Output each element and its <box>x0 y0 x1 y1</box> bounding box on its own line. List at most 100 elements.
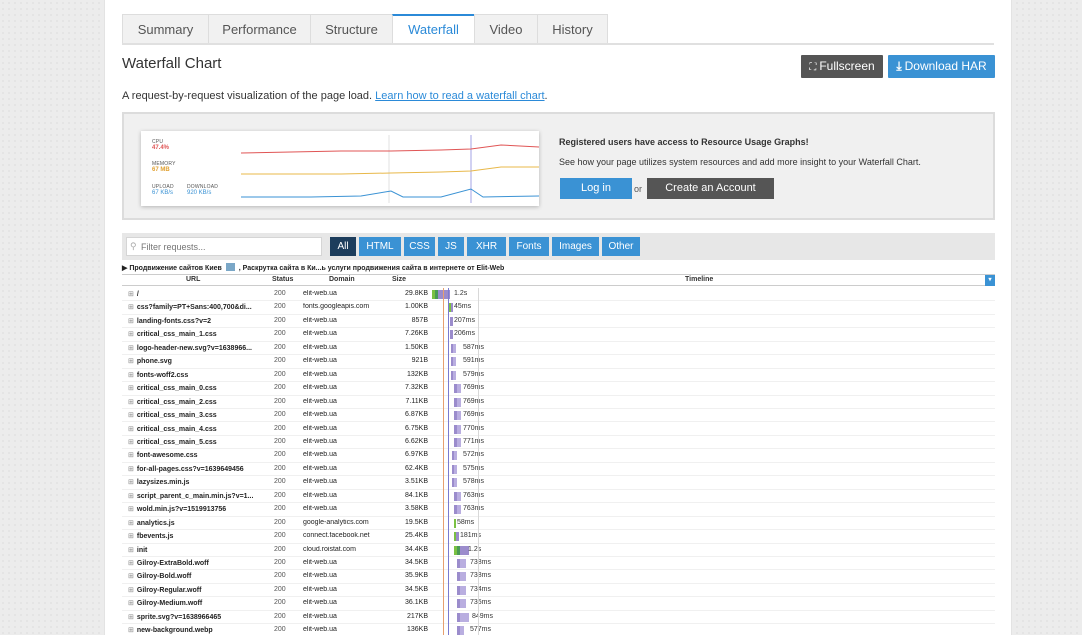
expand-icon: ⛶ <box>809 62 817 73</box>
table-row[interactable]: ⊞ critical_css_main_2.css 200 elit-web.ua 7.… <box>122 396 995 410</box>
request-domain: google-analytics.com <box>303 518 369 526</box>
table-row[interactable]: ⊞ critical_css_main_4.css 200 elit-web.ua 6.… <box>122 423 995 436</box>
expand-row-icon[interactable]: ⊞ <box>128 426 134 433</box>
filter-images-button[interactable]: Images <box>552 237 599 256</box>
expand-row-icon[interactable]: ⊞ <box>128 493 134 500</box>
expand-row-icon[interactable]: ⊞ <box>128 627 134 634</box>
expand-row-icon[interactable]: ⊞ <box>128 331 134 338</box>
expand-row-icon[interactable]: ⊞ <box>128 291 134 298</box>
table-row[interactable]: ⊞/ 200 elit-web.ua 29.8KB 1.2s <box>122 288 995 302</box>
request-waterfall: 738ms <box>432 570 995 582</box>
expand-row-icon[interactable]: ⊞ <box>128 466 134 473</box>
timing-bar-segment <box>456 532 459 542</box>
tab-summary[interactable]: Summary <box>122 14 208 44</box>
download-har-button[interactable]: ⤓ Download HAR <box>888 55 995 78</box>
filter-fonts-button[interactable]: Fonts <box>509 237 549 256</box>
login-button[interactable]: Log in <box>560 178 632 199</box>
request-waterfall: 1.2s <box>432 288 995 300</box>
request-size: 34.5KB <box>405 559 428 566</box>
table-row[interactable]: ⊞ font-awesome.css 200 elit-web.ua 6.97KB 572… <box>122 449 995 463</box>
request-domain: elit-web.ua <box>303 612 337 620</box>
table-row[interactable]: ⊞ init 200 cloud.roistat.com 34.4KB 1.2s <box>122 544 995 557</box>
expand-row-icon[interactable]: ⊞ <box>128 479 134 486</box>
table-row[interactable]: ⊞ for-all-pages.css?v=1639649456 200 elit-w… <box>122 463 995 477</box>
request-url: ⊞ critical_css_main_4.css <box>128 425 268 433</box>
filter-js-button[interactable]: JS <box>438 237 464 256</box>
timing-bar-segment <box>460 572 466 582</box>
request-url: ⊞ for-all-pages.css?v=1639649456 <box>128 465 268 473</box>
request-waterfall: 572ms <box>432 449 995 461</box>
table-row[interactable]: ⊞ Gilroy-Bold.woff 200 elit-web.ua 35.9KB 738… <box>122 570 995 584</box>
table-row[interactable]: ⊞ critical_css_main_5.css 200 elit-web.ua 6.… <box>122 436 995 450</box>
filter-css-button[interactable]: CSS <box>404 237 435 256</box>
request-domain: elit-web.ua <box>303 370 337 378</box>
expand-row-icon[interactable]: ⊞ <box>128 547 134 554</box>
table-row[interactable]: ⊞ script_parent_c_main.min.js?v=1... 200 el… <box>122 490 995 504</box>
expand-row-icon[interactable]: ⊞ <box>128 399 134 406</box>
request-size: 7.11KB <box>405 397 428 405</box>
table-row[interactable]: ⊞ Gilroy-Medium.woff 200 elit-web.ua 36.1KB 7… <box>122 597 995 611</box>
expand-row-icon[interactable]: ⊞ <box>128 358 134 365</box>
tab-history[interactable]: History <box>537 14 608 44</box>
filter-xhr-button[interactable]: XHR <box>467 237 506 256</box>
expand-row-icon[interactable]: ⊞ <box>128 520 134 527</box>
expand-row-icon[interactable]: ⊞ <box>128 372 134 379</box>
expand-row-icon[interactable]: ⊞ <box>128 452 134 459</box>
request-time: 849ms <box>472 612 494 620</box>
filter-html-button[interactable]: HTML <box>359 237 401 256</box>
expand-row-icon[interactable]: ⊞ <box>128 560 134 567</box>
request-status: 200 <box>274 290 286 297</box>
table-row[interactable]: ⊞ analytics.js 200 google-analytics.com 19.5… <box>122 517 995 531</box>
request-status: 200 <box>274 518 286 526</box>
table-row[interactable]: ⊞ phone.svg 200 elit-web.ua 921B 591ms <box>122 355 995 369</box>
table-row[interactable]: ⊞ critical_css_main_0.css 200 elit-web.ua 7.… <box>122 382 995 396</box>
fullscreen-button[interactable]: ⛶ Fullscreen <box>801 55 883 78</box>
create-account-button[interactable]: Create an Account <box>647 178 774 199</box>
table-row[interactable]: ⊞ css?family=PT+Sans:400,700&di... 200 font… <box>122 301 995 315</box>
request-size: 6.75KB <box>405 424 428 432</box>
filter-other-button[interactable]: Other <box>602 237 640 256</box>
request-size: 29.8KB <box>405 290 428 297</box>
request-url-text: new-background.webp <box>136 627 213 635</box>
filter-all-button[interactable]: All <box>330 237 356 256</box>
tab-video[interactable]: Video <box>474 14 537 44</box>
page-group-row[interactable]: ▶ Продвижение сайтов Киев , Раскрутка са… <box>122 263 504 272</box>
table-row[interactable]: ⊞ Gilroy-ExtraBold.woff 200 elit-web.ua 34.5… <box>122 557 995 571</box>
description-suffix: . <box>544 90 548 102</box>
expand-row-icon[interactable]: ⊞ <box>128 345 134 352</box>
waterfall-help-link[interactable]: Learn how to read a waterfall chart <box>375 90 544 102</box>
request-url: ⊞ critical_css_main_5.css <box>128 438 268 446</box>
request-time: 579ms <box>463 370 485 378</box>
timeline-options-toggle[interactable]: ▾ <box>985 275 995 286</box>
filter-requests-input[interactable] <box>126 237 322 256</box>
request-size: 6.62KB <box>405 437 428 445</box>
expand-row-icon[interactable]: ⊞ <box>128 304 134 311</box>
expand-row-icon[interactable]: ⊞ <box>128 587 134 594</box>
expand-row-icon[interactable]: ⊞ <box>128 439 134 446</box>
expand-row-icon[interactable]: ⊞ <box>128 385 134 392</box>
table-row[interactable]: ⊞ wold.min.js?v=1519913756 200 elit-web.ua 3… <box>122 503 995 517</box>
expand-row-icon[interactable]: ⊞ <box>128 573 134 580</box>
tab-waterfall[interactable]: Waterfall <box>392 14 474 44</box>
expand-row-icon[interactable]: ⊞ <box>128 412 134 419</box>
table-row[interactable]: ⊞ sprite.svg?v=1638966465 200 elit-web.ua 21… <box>122 611 995 625</box>
table-row[interactable]: ⊞ critical_css_main_3.css 200 elit-web.ua 6.… <box>122 409 995 423</box>
table-row[interactable]: ⊞ critical_css_main_1.css 200 elit-web.ua 7.… <box>122 328 995 342</box>
table-row[interactable]: ⊞ fonts-woff2.css 200 elit-web.ua 132KB 579ms <box>122 369 995 383</box>
table-row[interactable]: ⊞ Gilroy-Regular.woff 200 elit-web.ua 34.5KB… <box>122 584 995 598</box>
report-tabs: Summary Performance Structure Waterfall … <box>122 14 608 44</box>
request-waterfall: 578ms <box>432 476 995 488</box>
table-row[interactable]: ⊞ fbevents.js 200 connect.facebook.net 25.4K… <box>122 530 995 544</box>
tab-performance[interactable]: Performance <box>208 14 310 44</box>
expand-row-icon[interactable]: ⊞ <box>128 506 134 513</box>
tab-structure[interactable]: Structure <box>310 14 392 44</box>
expand-row-icon[interactable]: ⊞ <box>128 533 134 540</box>
table-row[interactable]: ⊞ lazysizes.min.js 200 elit-web.ua 3.51KB 578… <box>122 476 995 490</box>
table-row[interactable]: ⊞ new-background.webp 200 elit-web.ua 136KB 5… <box>122 624 995 635</box>
request-waterfall: 591ms <box>432 355 995 367</box>
table-row[interactable]: ⊞ logo-header-new.svg?v=1638966... 200 elit… <box>122 342 995 356</box>
expand-row-icon[interactable]: ⊞ <box>128 318 134 325</box>
expand-row-icon[interactable]: ⊞ <box>128 600 134 607</box>
table-row[interactable]: ⊞ landing-fonts.css?v=2 200 elit-web.ua 857B… <box>122 315 995 329</box>
expand-row-icon[interactable]: ⊞ <box>128 614 134 621</box>
